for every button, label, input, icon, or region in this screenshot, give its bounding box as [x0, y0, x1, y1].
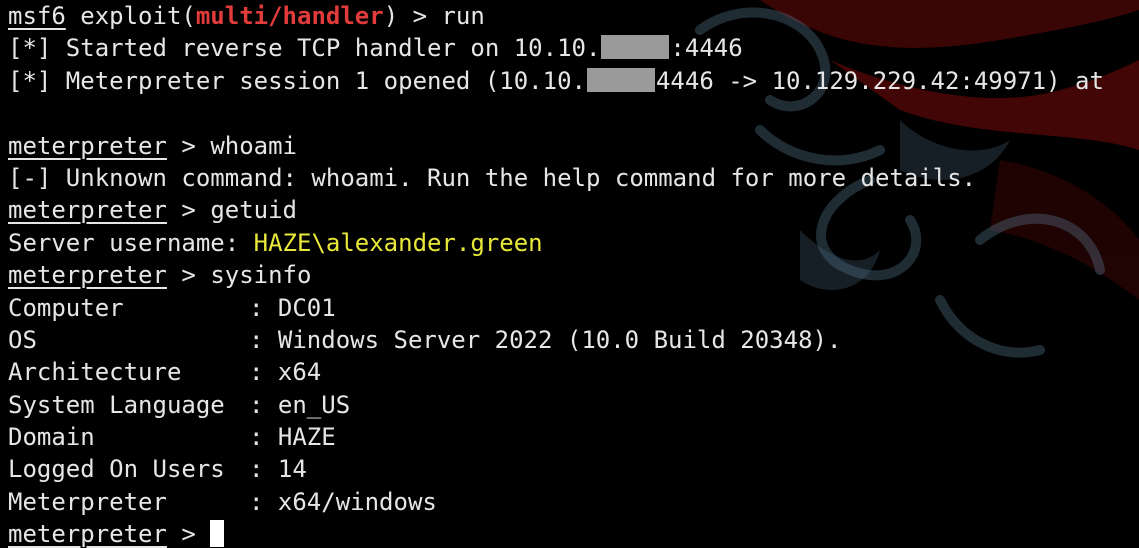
sysinfo-value: : HAZE [249, 423, 336, 452]
command-sysinfo: sysinfo [210, 261, 312, 290]
terminal-line-server-username: Server username: HAZE\alexander.green [8, 227, 1104, 259]
sysinfo-row-language: System Language : en_US [8, 389, 1104, 421]
meterpreter-prompt: meterpreter [8, 196, 167, 225]
prompt-separator: > [166, 196, 211, 225]
redacted-ip-block [601, 35, 670, 60]
prompt-separator: > [166, 520, 211, 548]
server-username-label: Server username: [8, 228, 254, 257]
command-getuid: getuid [210, 196, 298, 225]
terminal-output: msf6 exploit(multi/handler) > run [*] St… [8, 0, 1104, 548]
prompt-separator: > [166, 261, 211, 290]
sysinfo-value: : DC01 [249, 293, 336, 322]
sysinfo-row-architecture: Architecture : x64 [8, 356, 1104, 388]
sysinfo-key: Architecture [8, 358, 182, 387]
module-name: multi/handler [195, 2, 384, 30]
sysinfo-value: : Windows Server 2022 (10.0 Build 20348)… [249, 325, 842, 354]
session-rest: 4446 -> 10.129.229.42:49971) at [655, 66, 1104, 95]
terminal-line-handler: [*] Started reverse TCP handler on 10.10… [8, 32, 1104, 64]
terminal-line-input[interactable]: meterpreter > [8, 518, 1104, 548]
command-whoami: whoami [210, 131, 298, 160]
terminal-window[interactable]: msf6 exploit(multi/handler) > run [*] St… [0, 0, 1139, 548]
error-text: [-] Unknown command: whoami. Run the hel… [8, 163, 977, 192]
terminal-line-sysinfo: meterpreter > sysinfo [8, 259, 1104, 291]
sysinfo-value: : 14 [249, 455, 307, 484]
exploit-suffix: ) > [383, 2, 442, 30]
sysinfo-value: : en_US [249, 390, 351, 419]
redacted-ip-block [586, 67, 655, 92]
handler-port: :4446 [670, 34, 743, 63]
sysinfo-row-logged-on-users: Logged On Users : 14 [8, 453, 1104, 485]
sysinfo-row-meterpreter: Meterpreter : x64/windows [8, 486, 1104, 518]
sysinfo-row-computer: Computer : DC01 [8, 292, 1104, 324]
prompt-separator: > [166, 131, 211, 160]
sysinfo-key: OS [8, 325, 37, 354]
exploit-prefix: exploit( [65, 2, 196, 30]
terminal-line-getuid: meterpreter > getuid [8, 194, 1104, 226]
sysinfo-key: Meterpreter [8, 487, 167, 516]
sysinfo-value: : x64 [249, 358, 322, 387]
meterpreter-prompt: meterpreter [8, 261, 167, 290]
cursor-icon[interactable] [210, 520, 225, 548]
msf-prompt: msf6 [8, 2, 66, 30]
sysinfo-row-os: OS : Windows Server 2022 (10.0 Build 2034… [8, 324, 1104, 356]
terminal-line-session: [*] Meterpreter session 1 opened (10.10.… [8, 65, 1104, 97]
handler-text: [*] Started reverse TCP handler on 10.10… [8, 34, 601, 63]
sysinfo-key: Logged On Users [8, 455, 225, 484]
meterpreter-prompt: meterpreter [8, 131, 167, 160]
session-text: [*] Meterpreter session 1 opened (10.10. [8, 66, 586, 95]
terminal-line-whoami: meterpreter > whoami [8, 130, 1104, 162]
command-run: run [441, 2, 485, 30]
sysinfo-key: Computer [8, 293, 124, 322]
sysinfo-row-domain: Domain : HAZE [8, 421, 1104, 453]
sysinfo-value: : x64/windows [249, 487, 437, 516]
sysinfo-key: Domain [8, 423, 95, 452]
terminal-line-msf-run: msf6 exploit(multi/handler) > run [8, 0, 1104, 32]
meterpreter-prompt: meterpreter [8, 520, 167, 548]
server-username-value: HAZE\alexander.green [253, 228, 543, 257]
terminal-line-unknown-command: [-] Unknown command: whoami. Run the hel… [8, 162, 1104, 194]
sysinfo-key: System Language [8, 390, 225, 419]
